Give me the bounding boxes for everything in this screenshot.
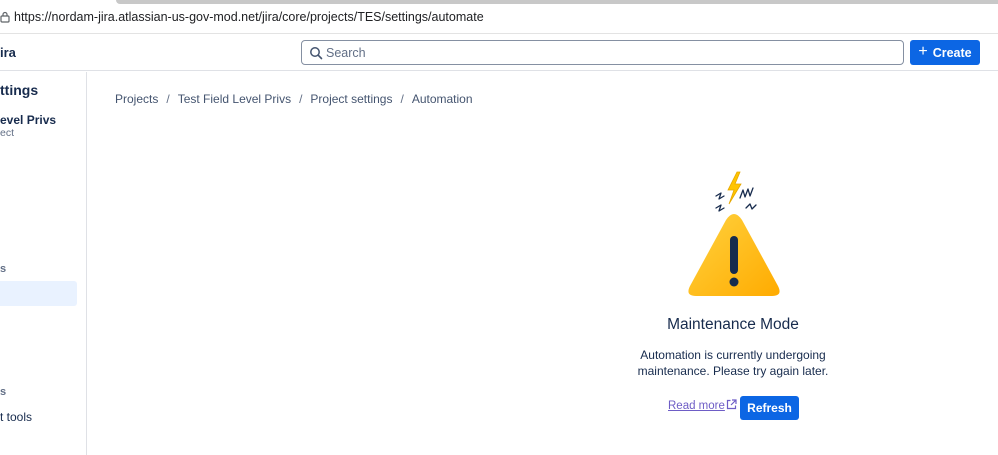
read-more-link[interactable]: Read more [668, 400, 725, 412]
project-settings-sidebar: ttings evel Privs ect s s t tools [0, 72, 87, 455]
top-navigation: ira + Create [0, 34, 998, 71]
sidebar-item-automation[interactable] [0, 281, 77, 306]
search-input[interactable] [326, 44, 896, 62]
create-button-label: Create [932, 45, 972, 60]
breadcrumb-separator: / [400, 92, 404, 106]
breadcrumb-projects[interactable]: Projects [115, 92, 158, 106]
create-button[interactable]: + Create [910, 40, 980, 65]
browser-url-text[interactable]: https://nordam-jira.atlassian-us-gov-mod… [14, 10, 484, 24]
plus-icon: + [918, 43, 928, 60]
breadcrumb-separator: / [299, 92, 303, 106]
product-name[interactable]: ira [0, 45, 16, 60]
sidebar-item-tools[interactable]: t tools [0, 410, 32, 424]
breadcrumb-project[interactable]: Test Field Level Privs [178, 92, 291, 106]
breadcrumb-separator: / [166, 92, 170, 106]
search-field[interactable] [301, 40, 904, 65]
browser-tab-strip [116, 0, 998, 4]
maintenance-title: Maintenance Mode [667, 316, 799, 333]
sidebar-section-heading: s [0, 263, 7, 275]
sidebar-project-name[interactable]: evel Privs [0, 113, 56, 127]
sidebar-heading: ttings [0, 82, 39, 98]
breadcrumb: Projects / Test Field Level Privs / Proj… [115, 92, 473, 106]
breadcrumb-automation[interactable]: Automation [412, 92, 473, 106]
breadcrumb-project-settings[interactable]: Project settings [310, 92, 392, 106]
sidebar-section-heading-2: s [0, 386, 7, 398]
browser-address-bar[interactable]: https://nordam-jira.atlassian-us-gov-mod… [0, 0, 998, 34]
lock-icon[interactable] [0, 11, 10, 23]
refresh-button[interactable]: Refresh [740, 396, 799, 420]
maintenance-description: Automation is currently undergoing maint… [637, 348, 829, 378]
sidebar-project-type: ect [0, 127, 15, 139]
search-icon [310, 47, 323, 60]
external-link-icon[interactable] [726, 399, 737, 410]
warning-illustration-icon [688, 171, 780, 296]
